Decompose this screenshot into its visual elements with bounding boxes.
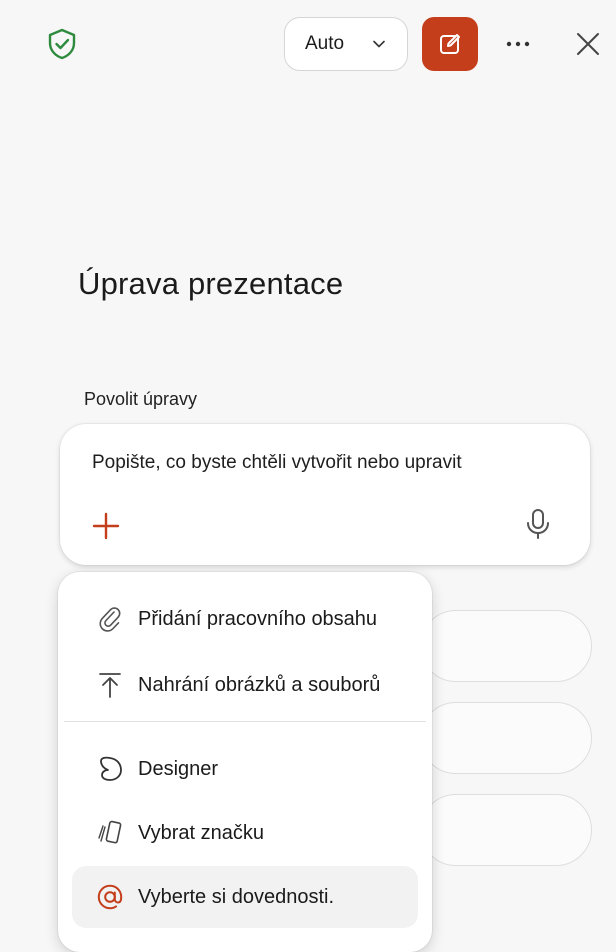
brand-icon xyxy=(96,819,124,847)
close-button[interactable] xyxy=(568,24,608,64)
new-chat-button[interactable] xyxy=(422,17,478,71)
add-icon[interactable] xyxy=(90,510,122,542)
menu-item-label: Vybrat značku xyxy=(138,821,264,844)
upload-icon xyxy=(96,671,124,699)
compose-icon xyxy=(440,34,460,54)
chevron-down-icon xyxy=(373,40,385,48)
shield-check-icon xyxy=(48,28,76,60)
mode-select[interactable]: Auto xyxy=(284,17,408,71)
menu-item-select-brand[interactable]: Vybrat značku xyxy=(72,802,418,864)
menu-item-label: Přidání pracovního obsahu xyxy=(138,607,378,630)
prompt-box[interactable]: Popište, co byste chtěli vytvořit nebo u… xyxy=(60,424,590,565)
close-icon xyxy=(577,33,599,55)
menu-item-label: Designer xyxy=(138,757,219,780)
designer-icon xyxy=(96,755,124,783)
menu-item-add-work-content[interactable]: Přidání pracovního obsahu xyxy=(72,588,418,650)
paperclip-icon xyxy=(96,605,124,633)
prompt-input[interactable]: Popište, co byste chtěli vytvořit nebo u… xyxy=(92,452,462,474)
at-icon xyxy=(96,883,124,911)
menu-item-upload-files[interactable]: Nahrání obrázků a souborů xyxy=(72,654,418,716)
suggestion-pill[interactable] xyxy=(420,610,592,682)
add-content-menu: Přidání pracovního obsahu Nahrání obrázk… xyxy=(58,572,432,952)
microphone-icon[interactable] xyxy=(524,508,552,540)
more-icon xyxy=(506,41,530,47)
menu-item-label: Nahrání obrázků a souborů xyxy=(138,673,381,696)
menu-item-label: Vyberte si dovednosti. xyxy=(138,885,335,908)
menu-item-choose-skills[interactable]: Vyberte si dovednosti. xyxy=(72,866,418,928)
mode-select-value: Auto xyxy=(305,33,345,54)
suggestion-pill[interactable] xyxy=(420,794,592,866)
permission-label: Povolit úpravy xyxy=(84,389,198,409)
suggestion-pill[interactable] xyxy=(420,702,592,774)
page-title: Úprava prezentace xyxy=(78,266,344,301)
menu-item-designer[interactable]: Designer xyxy=(72,738,418,800)
more-options-button[interactable] xyxy=(498,26,538,62)
menu-divider xyxy=(64,721,426,722)
